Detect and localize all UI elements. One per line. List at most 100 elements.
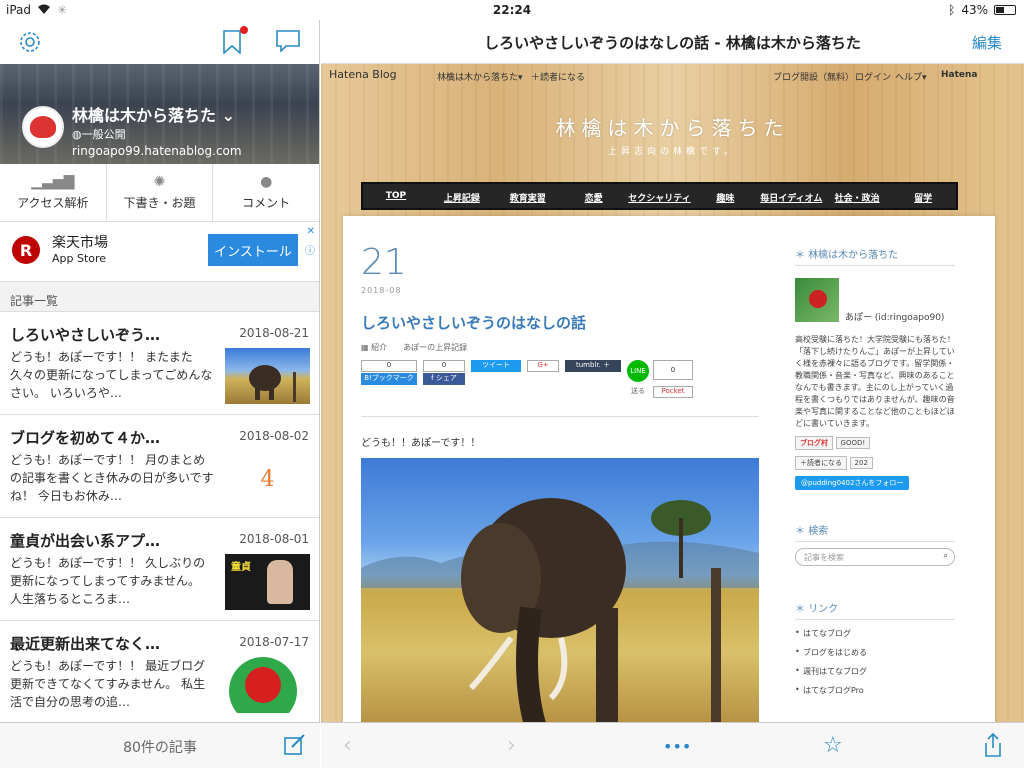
left-toolbar	[0, 20, 319, 64]
nav-idiom[interactable]: 毎日イディオム	[758, 184, 824, 208]
post-content: 21 2018-08 しろいやさしいぞうのはなしの話 ▦ 紹介 あぽーの上昇記録…	[343, 216, 995, 722]
site-subtitle: 上昇志向の林檎です。	[607, 147, 738, 157]
nav-study-abroad[interactable]: 留学	[890, 184, 956, 208]
gear-icon[interactable]	[18, 30, 42, 60]
compose-icon[interactable]	[284, 733, 306, 761]
more-icon[interactable]: •••	[663, 737, 691, 756]
hatena-bookmark-button[interactable]: B!ブックマーク	[361, 373, 417, 385]
tweet-button[interactable]: ツイート	[471, 360, 521, 372]
blog-title[interactable]: 林檎は木から落ちた ⌄	[72, 102, 235, 126]
subscribe-button[interactable]: ＋読者になる	[795, 456, 847, 470]
page-title: しろいやさしいぞうのはなしの話 - 林檎は木から落ちた	[484, 34, 861, 52]
facebook-share-button[interactable]: f シェア	[423, 373, 465, 385]
link-hatena-blog[interactable]: はてなブログ	[795, 628, 955, 639]
link-pro[interactable]: はてなブログPro	[795, 685, 955, 696]
install-button[interactable]: インストール	[208, 234, 298, 266]
left-pane: 林檎は木から落ちた ⌄ ◍一般公開 ringoapo99.hatenablog.…	[0, 20, 320, 768]
pocket-button[interactable]: Pocket	[653, 386, 693, 398]
nav-rising[interactable]: 上昇記録	[429, 184, 495, 208]
post-greeting: どうも！！あぽーです！！	[361, 438, 481, 449]
login-link[interactable]: ログイン	[855, 70, 891, 83]
profile: あぽー (id:ringoapo90)	[795, 278, 955, 330]
help-link[interactable]: ヘルプ▾	[895, 70, 927, 83]
site-nav: TOP 上昇記録 教育実習 恋愛 セクシャリティ 趣味 毎日イディオム 社会・政…	[361, 182, 958, 210]
reader-count: 202	[849, 457, 873, 469]
ad-store: App Store	[52, 252, 107, 265]
share-buttons: 0 B!ブックマーク 0 f シェア ツイート G+ tumblr. ＋ LIN…	[361, 360, 701, 404]
good-badge[interactable]: GOOD!	[835, 437, 871, 449]
rakuten-logo: R	[12, 236, 40, 264]
google-plus-button[interactable]: G+	[527, 360, 559, 372]
hatena-blog-logo[interactable]: Hatena Blog	[329, 68, 397, 81]
nav-top[interactable]: TOP	[363, 184, 429, 208]
nav-society[interactable]: 社会・政治	[824, 184, 890, 208]
elephant-photo	[361, 458, 759, 722]
star-icon[interactable]: ☆	[823, 733, 843, 758]
avatar	[22, 106, 64, 148]
sidebar: ＊ 林檎は木から落ちた あぽー (id:ringoapo90) 高校受験に落ちた…	[795, 246, 955, 704]
site-title[interactable]: 林檎は木から落ちた	[321, 112, 1024, 141]
share-icon[interactable]	[983, 732, 1003, 763]
nav-hobby[interactable]: 趣味	[692, 184, 758, 208]
article-thumbnail: 童貞	[225, 554, 310, 610]
left-bottom-bar: 80件の記事	[0, 722, 320, 768]
list-item[interactable]: ブログを初めて４か… 2018-08-02 どうも！あぽーです！！ 月のまとめの…	[0, 415, 319, 518]
twitter-follow-button[interactable]: @pudding0402さんをフォロー	[795, 476, 910, 490]
action-bar: ▁▃▅▇ アクセス解析 ✺ 下書き・お題 ● コメント	[0, 164, 319, 222]
profile-heading: ＊ 林檎は木から落ちた	[795, 246, 955, 266]
blog-url: ringoapo99.hatenablog.com	[72, 144, 242, 158]
chat-icon[interactable]	[276, 30, 300, 58]
nav-teaching[interactable]: 教育実習	[495, 184, 561, 208]
drafts-button[interactable]: ✺ 下書き・お題	[107, 164, 214, 221]
bar-chart-icon: ▁▃▅▇	[31, 174, 75, 190]
forward-icon[interactable]: ›	[507, 733, 516, 758]
line-button[interactable]: LINE	[627, 360, 649, 382]
post-day: 21	[361, 242, 407, 283]
profile-bio: 高校受験に落ちた！大学院受験にも落ちた！「落下し続けたりんご」あぽーが上昇してい…	[795, 335, 955, 428]
nav-love[interactable]: 恋愛	[561, 184, 627, 208]
ad-banner[interactable]: R 楽天市場 App Store インストール ✕ ⓘ	[0, 222, 319, 282]
hatena-bar: Hatena Blog 林檎は木から落ちた▾ ＋読者になる ブログ開設（無料） …	[321, 64, 1024, 88]
right-toolbar: しろいやさしいぞうのはなしの話 - 林檎は木から落ちた 編集	[321, 20, 1024, 64]
post-categories: ▦ 紹介 あぽーの上昇記録	[361, 343, 468, 352]
list-item[interactable]: 童貞が出会い系アプ… 2018-08-01 どうも！あぽーです！！ 久しぶりの更…	[0, 518, 319, 621]
back-icon[interactable]: ‹	[343, 733, 352, 758]
open-blog-link[interactable]: ブログ開設（無料）	[773, 70, 854, 83]
status-bar: iPad ✳ 22:24 ᛒ 43%	[0, 0, 1024, 20]
right-bottom-bar: ‹ › ••• ☆	[321, 722, 1024, 768]
tumblr-button[interactable]: tumblr. ＋	[565, 360, 621, 372]
comments-button[interactable]: ● コメント	[213, 164, 319, 221]
apple-thumbnail	[225, 657, 310, 725]
blog-header[interactable]: 林檎は木から落ちた ⌄ ◍一般公開 ringoapo99.hatenablog.…	[0, 64, 319, 164]
search-icon[interactable]: ⌕	[944, 551, 948, 561]
blog-menu[interactable]: 林檎は木から落ちた▾	[437, 70, 523, 83]
notification-dot	[240, 26, 248, 34]
link-weekly[interactable]: 週刊はてなブログ	[795, 666, 955, 677]
bookmark-icon[interactable]	[222, 26, 248, 55]
profile-image[interactable]	[795, 278, 839, 322]
visibility-label: ◍一般公開	[72, 128, 126, 141]
search-input[interactable]: 記事を検索 ⌕	[795, 548, 955, 566]
profile-name[interactable]: あぽー (id:ringoapo90)	[845, 310, 944, 323]
list-item[interactable]: しろいやさしいぞう… 2018-08-21 どうも！あぽーです！！ またまた久々…	[0, 312, 319, 415]
chevron-down-icon: ⌄	[221, 106, 235, 125]
reader-link[interactable]: ＋読者になる	[531, 70, 585, 83]
line-send-label: 送る	[631, 387, 645, 395]
hatena-link[interactable]: Hatena	[941, 70, 978, 80]
elephant-thumbnail	[225, 348, 310, 404]
link-start-blog[interactable]: ブログをはじめる	[795, 647, 955, 658]
info-icon[interactable]: ⓘ	[305, 242, 315, 257]
battery-icon	[994, 5, 1016, 15]
post-title[interactable]: しろいやさしいぞうのはなしの話	[361, 312, 586, 333]
access-analysis-button[interactable]: ▁▃▅▇ アクセス解析	[0, 164, 107, 221]
blog-webview[interactable]: Hatena Blog 林檎は木から落ちた▾ ＋読者になる ブログ開設（無料） …	[321, 64, 1024, 722]
nav-sexuality[interactable]: セクシャリティ	[627, 184, 693, 208]
section-label: 記事一覧	[0, 282, 319, 312]
list-item[interactable]: 最近更新出来てなく… 2018-07-17 どうも！あぽーです！！ 最近ブログ更…	[0, 621, 319, 725]
post-year-month: 2018-08	[361, 286, 402, 295]
right-pane: しろいやさしいぞうのはなしの話 - 林檎は木から落ちた 編集 Hatena Bl…	[321, 20, 1024, 768]
ad-app-name: 楽天市場	[52, 235, 108, 251]
close-icon[interactable]: ✕	[307, 226, 315, 237]
blogmura-badge[interactable]: ブログ村	[795, 436, 833, 450]
edit-button[interactable]: 編集	[972, 32, 1002, 53]
